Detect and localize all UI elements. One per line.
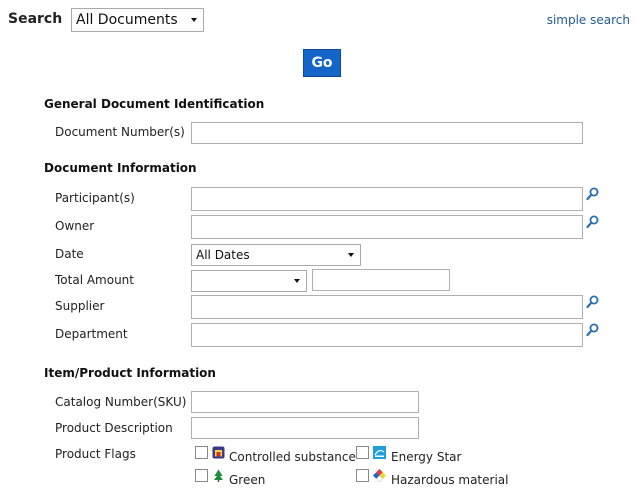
simple-search-link[interactable]: simple search <box>547 13 630 27</box>
catalog-number-input[interactable] <box>191 391 419 413</box>
hazardous-material-label: Hazardous material <box>391 473 509 487</box>
search-icon[interactable] <box>586 215 599 229</box>
search-icon[interactable] <box>586 187 599 201</box>
date-label: Date <box>55 247 84 261</box>
department-label: Department <box>55 327 128 341</box>
product-description-label: Product Description <box>55 421 173 435</box>
energy-star-label: Energy Star <box>391 450 462 464</box>
date-select-value: All Dates <box>196 248 250 262</box>
search-scope-value: All Documents <box>76 12 178 28</box>
search-icon[interactable] <box>586 295 599 309</box>
date-select[interactable]: All Dates <box>191 244 361 266</box>
section-title-item: Item/Product Information <box>44 366 216 380</box>
controlled-substance-checkbox[interactable] <box>195 446 208 459</box>
supplier-label: Supplier <box>55 299 105 313</box>
product-description-input[interactable] <box>191 417 419 439</box>
owner-label: Owner <box>55 219 95 233</box>
document-number-input[interactable] <box>191 122 583 144</box>
document-number-label: Document Number(s) <box>55 125 185 139</box>
participants-label: Participant(s) <box>55 191 135 205</box>
participants-input[interactable] <box>191 187 583 211</box>
total-amount-operator-select[interactable] <box>191 270 307 292</box>
tree-icon <box>214 469 223 482</box>
chevron-down-icon <box>191 18 197 22</box>
controlled-substance-label: Controlled substance <box>229 450 356 464</box>
catalog-number-label: Catalog Number(SKU) <box>55 395 187 409</box>
owner-input[interactable] <box>191 215 583 239</box>
green-label: Green <box>229 473 266 487</box>
search-scope-select[interactable]: All Documents <box>71 8 204 32</box>
product-flags-label: Product Flags <box>55 447 136 461</box>
chevron-down-icon <box>294 279 300 283</box>
energy-star-icon <box>373 446 386 459</box>
search-icon[interactable] <box>586 323 599 337</box>
search-label: Search <box>8 11 63 27</box>
controlled-substance-icon <box>212 446 225 459</box>
total-amount-input[interactable] <box>312 269 450 291</box>
hazard-diamond-icon <box>373 469 386 482</box>
section-title-document: Document Information <box>44 161 197 175</box>
section-title-general: General Document Identification <box>44 97 265 111</box>
department-input[interactable] <box>191 323 583 347</box>
energy-star-checkbox[interactable] <box>356 446 369 459</box>
go-button[interactable]: Go <box>303 49 341 77</box>
total-amount-label: Total Amount <box>55 273 134 287</box>
chevron-down-icon <box>348 253 354 257</box>
supplier-input[interactable] <box>191 295 583 319</box>
green-checkbox[interactable] <box>195 469 208 482</box>
hazardous-material-checkbox[interactable] <box>356 469 369 482</box>
